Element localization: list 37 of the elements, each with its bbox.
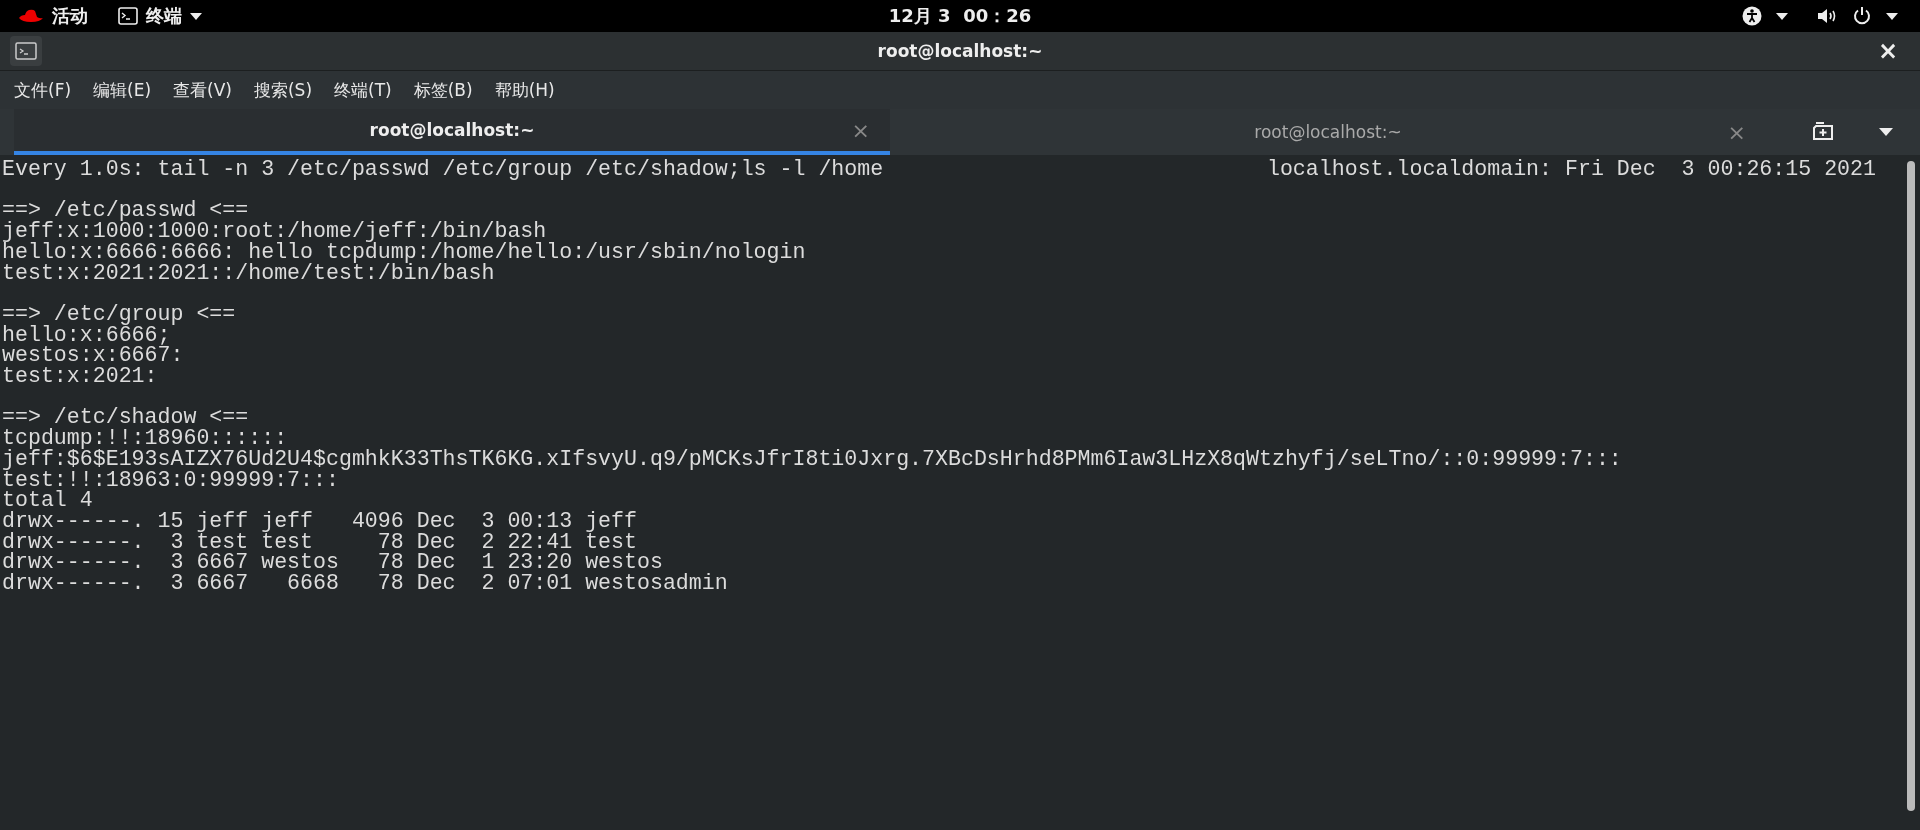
terminal-app-menu[interactable]: 终端: [118, 4, 202, 28]
terminal-line: ==> /etc/group <==: [2, 301, 236, 326]
clock[interactable]: 12月 3 00：26: [888, 4, 1032, 28]
terminal-line: drwx------. 15 jeff jeff 4096 Dec 3 00:13 jeff: [2, 508, 637, 533]
terminal-icon: [118, 7, 138, 25]
terminal-menu-button[interactable]: [10, 36, 42, 66]
close-button[interactable]: ×: [1877, 37, 1898, 65]
menu-item[interactable]: 编辑(E): [85, 74, 160, 106]
menu-item[interactable]: 文件(F): [6, 74, 80, 106]
terminal-line: Every 1.0s: tail -n 3 /etc/passwd /etc/group /etc/shadow;ls -l /home: [2, 159, 884, 180]
power-icon: [1852, 6, 1872, 26]
menu-item[interactable]: 帮助(H): [486, 74, 563, 106]
caret-icon: [1776, 12, 1788, 20]
tab-close-button[interactable]: ×: [851, 117, 870, 143]
new-tab-icon: [1812, 122, 1836, 142]
tab[interactable]: root@localhost:~ ×: [14, 109, 890, 155]
scrollbar-thumb[interactable]: [1907, 161, 1915, 811]
system-menu[interactable]: [1816, 6, 1898, 26]
volume-icon: [1816, 7, 1838, 25]
terminal-line: drwx------. 3 6667 6668 78 Dec 2 07:01 westosadmin: [2, 571, 728, 595]
caret-icon: [190, 12, 202, 20]
terminal-icon: [15, 42, 37, 60]
terminal-line: test:x:2021:: [2, 364, 158, 388]
caret-icon: [1879, 128, 1893, 136]
menu-item[interactable]: 查看(V): [165, 74, 240, 106]
menu-item[interactable]: 终端(T): [326, 74, 400, 106]
menu-item[interactable]: 标签(B): [405, 74, 481, 106]
caret-icon: [1886, 12, 1898, 20]
terminal-line: localhost.localdomain: Fri Dec 3 00:26:15 2021: [1266, 159, 1876, 180]
menu-item[interactable]: 搜索(S): [245, 74, 321, 106]
window-title: root@localhost:~: [877, 41, 1043, 61]
tab-close-button[interactable]: ×: [1727, 119, 1746, 145]
tab[interactable]: root@localhost:~ ×: [890, 109, 1766, 155]
accessibility-menu[interactable]: [1742, 6, 1788, 26]
accessibility-icon: [1742, 6, 1762, 26]
hat-icon: [18, 8, 44, 24]
activities-button[interactable]: 活动: [18, 4, 88, 28]
